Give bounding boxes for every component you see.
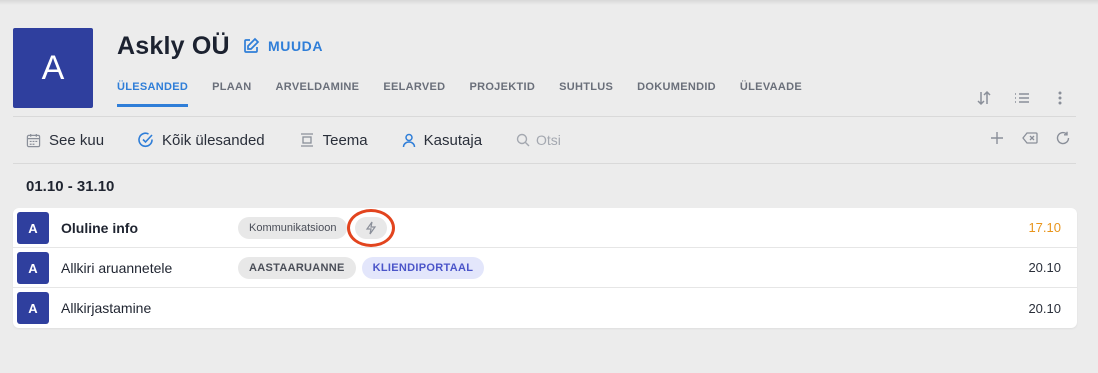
tag-kommunikatsioon: Kommunikatsioon (238, 216, 348, 239)
list-view-icon[interactable] (1014, 90, 1030, 106)
tab-plaan[interactable]: PLAAN (212, 81, 251, 107)
tab-dokumendid[interactable]: DOKUMENDID (637, 81, 716, 107)
quick-action[interactable] (347, 208, 396, 247)
topic-icon (300, 133, 313, 147)
month-filter-label: See kuu (49, 131, 105, 149)
task-row[interactable]: A Allkirjastamine 20.10 (13, 288, 1077, 328)
page-title: Askly OÜ (117, 32, 230, 60)
top-shadow (0, 0, 1098, 5)
tab-bar: ÜLESANDED PLAAN ARVELDAMINE EELARVED PRO… (117, 81, 802, 107)
view-controls (976, 90, 1068, 106)
task-tags: AASTAARUANNE KLIENDIPORTAAL (238, 256, 485, 279)
tab-suhtlus[interactable]: SUHTLUS (559, 81, 613, 107)
date-range: 01.10 - 31.10 (26, 178, 115, 195)
clear-filter-icon[interactable] (1022, 131, 1038, 145)
task-title[interactable]: Allkiri aruannetele (61, 260, 172, 276)
user-filter[interactable]: Kasutaja (402, 132, 482, 149)
task-list: A Oluline info Kommunikatsioon 17.10 A A… (13, 208, 1077, 328)
search-icon (516, 133, 530, 147)
bolt-pill (355, 216, 388, 239)
task-avatar: A (17, 212, 49, 244)
refresh-icon[interactable] (1056, 131, 1070, 145)
edit-label: MUUDA (268, 38, 324, 54)
task-title[interactable]: Allkirjastamine (61, 300, 151, 316)
task-due-date: 17.10 (1028, 220, 1061, 235)
topic-filter[interactable]: Teema (299, 132, 368, 149)
edit-button[interactable]: MUUDA (242, 37, 323, 55)
tag-aastaaruanne: AASTAARUANNE (238, 256, 356, 279)
task-tags: Kommunikatsioon (238, 208, 396, 247)
sort-icon[interactable] (976, 90, 992, 106)
divider (13, 163, 1076, 164)
tab-projektid[interactable]: PROJEKTID (469, 81, 535, 107)
divider (13, 116, 1076, 117)
bolt-icon (366, 221, 377, 234)
more-vertical-icon[interactable] (1052, 90, 1068, 106)
tab-ulevaade[interactable]: ÜLEVAADE (740, 81, 802, 107)
task-avatar: A (17, 252, 49, 284)
client-header: A Askly OÜ MUUDA ÜLESANDED PLAAN ARVELDA… (13, 28, 1076, 116)
calendar-icon (26, 133, 41, 147)
client-avatar: A (13, 28, 93, 108)
topic-filter-label: Teema (322, 131, 368, 149)
add-icon[interactable] (990, 131, 1004, 145)
toolbar-actions (990, 131, 1070, 145)
tasks-filter-label: Kõik ülesanded (162, 131, 265, 149)
tab-ulesanded[interactable]: ÜLESANDED (117, 81, 189, 107)
task-avatar: A (17, 292, 49, 324)
task-row[interactable]: A Oluline info Kommunikatsioon 17.10 (13, 208, 1077, 248)
task-row[interactable]: A Allkiri aruannetele AASTAARUANNE KLIEN… (13, 248, 1077, 288)
month-filter[interactable]: See kuu (26, 132, 104, 149)
search-placeholder: Otsi (536, 132, 561, 148)
search-input[interactable]: Otsi (516, 132, 561, 148)
check-circle-icon (138, 132, 153, 148)
task-due-date: 20.10 (1028, 300, 1061, 316)
tasks-filter[interactable]: Kõik ülesanded (138, 132, 265, 149)
filter-toolbar: See kuu Kõik ülesanded Teema Kasutaja Ot… (26, 129, 561, 151)
user-filter-label: Kasutaja (423, 131, 483, 149)
tab-eelarved[interactable]: EELARVED (383, 81, 445, 107)
user-icon (402, 133, 415, 147)
task-due-date: 20.10 (1028, 260, 1061, 275)
tab-arveldamine[interactable]: ARVELDAMINE (276, 81, 360, 107)
tag-kliendiportaal: KLIENDIPORTAAL (361, 256, 485, 279)
task-title[interactable]: Oluline info (61, 220, 138, 236)
edit-icon (244, 37, 260, 53)
